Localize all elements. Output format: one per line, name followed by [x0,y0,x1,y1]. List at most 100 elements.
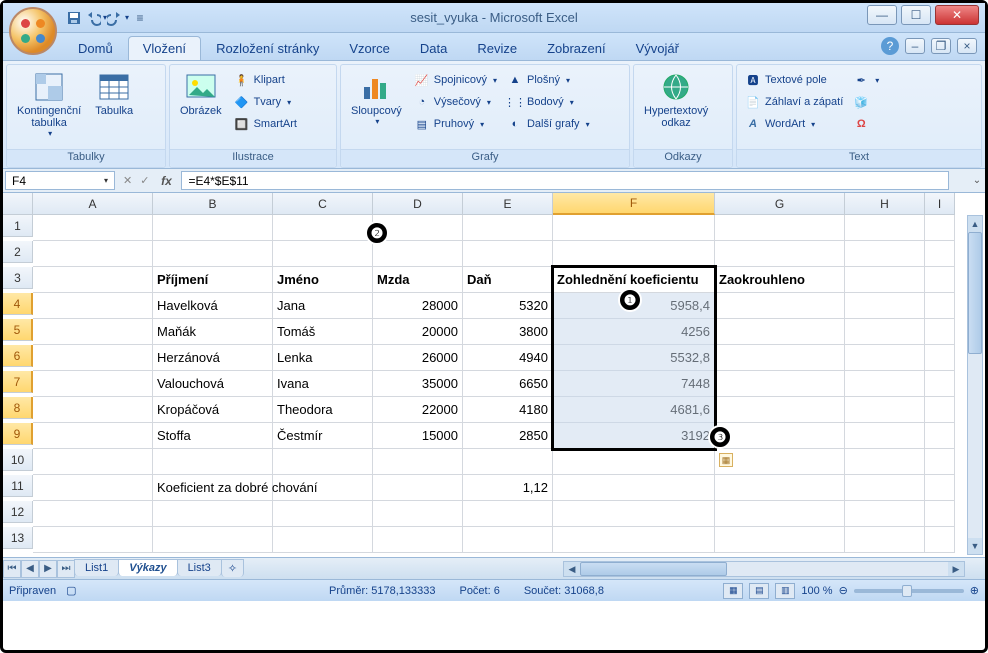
cell-E4[interactable]: 5320 [463,293,553,319]
pivot-table-button[interactable]: Kontingenční tabulka ▾ [11,69,87,140]
horizontal-scrollbar[interactable]: ◀ ▶ [563,561,965,577]
line-chart-button[interactable]: 📈Spojnicový▾ [410,69,501,91]
cell-A5[interactable] [33,319,153,345]
cell-E6[interactable]: 4940 [463,345,553,371]
cell-I1[interactable] [925,215,955,241]
cell-D7[interactable]: 35000 [373,371,463,397]
cell-E5[interactable]: 3800 [463,319,553,345]
row-header-6[interactable]: 6 [3,345,33,367]
header-footer-button[interactable]: 📄Záhlaví a zápatí [741,91,847,113]
cell-A6[interactable] [33,345,153,371]
tab-vzorce[interactable]: Vzorce [334,36,404,60]
zoom-in-icon[interactable]: ⊕ [970,584,979,597]
cell-A7[interactable] [33,371,153,397]
qat-customize-icon[interactable]: ≡ [129,7,151,29]
autofill-options-icon[interactable] [719,453,733,467]
cell-H10[interactable] [845,449,925,475]
scroll-up-icon[interactable]: ▲ [968,216,982,232]
picture-button[interactable]: Obrázek [174,69,228,119]
column-header-I[interactable]: I [925,193,955,215]
scroll-right-icon[interactable]: ▶ [948,562,964,576]
row-header-13[interactable]: 13 [3,527,33,549]
cell-I12[interactable] [925,501,955,527]
cell-C1[interactable] [273,215,373,241]
cell-H12[interactable] [845,501,925,527]
sheet-tab-list3[interactable]: List3 [177,559,222,576]
cell-I13[interactable] [925,527,955,553]
cell-B6[interactable]: Herzánová [153,345,273,371]
cell-E1[interactable] [463,215,553,241]
view-normal-icon[interactable]: ▦ [723,583,743,599]
cell-D12[interactable] [373,501,463,527]
cell-I2[interactable] [925,241,955,267]
row-header-1[interactable]: 1 [3,215,33,237]
cell-F6[interactable]: 5532,8 [553,345,715,371]
row-header-10[interactable]: 10 [3,449,33,471]
workbook-restore-button[interactable]: ❐ [931,38,951,54]
cell-H9[interactable] [845,423,925,449]
cell-F12[interactable] [553,501,715,527]
column-header-F[interactable]: F [553,193,715,215]
cell-G7[interactable] [715,371,845,397]
qat-save-icon[interactable] [63,7,85,29]
cell-C6[interactable]: Lenka [273,345,373,371]
cell-G9[interactable] [715,423,845,449]
cell-G8[interactable] [715,397,845,423]
cell-B13[interactable] [153,527,273,553]
cell-F9[interactable]: 3192 [553,423,715,449]
select-all-button[interactable] [3,193,33,215]
sheet-nav-next-icon[interactable]: ▶ [39,560,57,578]
cell-G2[interactable] [715,241,845,267]
cell-D6[interactable]: 26000 [373,345,463,371]
cell-A1[interactable] [33,215,153,241]
row-header-11[interactable]: 11 [3,475,33,497]
cell-C2[interactable] [273,241,373,267]
tab-vlozeni[interactable]: Vložení [128,36,201,60]
namebox-dropdown-icon[interactable]: ▾ [104,176,108,185]
cell-B3[interactable]: Příjmení [153,267,273,293]
cell-C10[interactable] [273,449,373,475]
cell-H7[interactable] [845,371,925,397]
cell-D13[interactable] [373,527,463,553]
cell-D10[interactable] [373,449,463,475]
table-button[interactable]: Tabulka [89,69,139,119]
cell-D9[interactable]: 15000 [373,423,463,449]
cell-A11[interactable] [33,475,153,501]
cell-A10[interactable] [33,449,153,475]
cell-C7[interactable]: Ivana [273,371,373,397]
sheet-tab-vykazy[interactable]: Výkazy [118,559,177,576]
cell-I8[interactable] [925,397,955,423]
cell-H1[interactable] [845,215,925,241]
formula-input[interactable]: =E4*$E$11 [181,171,949,190]
column-chart-button[interactable]: Sloupcový ▾ [345,69,408,128]
tab-vyvojar[interactable]: Vývojář [621,36,694,60]
cell-D5[interactable]: 20000 [373,319,463,345]
sheet-nav-last-icon[interactable]: ⏭ [57,560,75,578]
column-header-A[interactable]: A [33,193,153,215]
cell-I10[interactable] [925,449,955,475]
row-header-5[interactable]: 5 [3,319,33,341]
cell-G5[interactable] [715,319,845,345]
cell-B5[interactable]: Maňák [153,319,273,345]
cell-I9[interactable] [925,423,955,449]
smartart-button[interactable]: 🔲SmartArt [230,113,301,135]
name-box[interactable]: F4 ▾ [5,171,115,190]
object-button[interactable]: 🧊 [849,91,883,113]
scatter-chart-button[interactable]: ⋮⋮Bodový▾ [503,91,594,113]
cell-D3[interactable]: Mzda [373,267,463,293]
hyperlink-button[interactable]: Hypertextový odkaz [638,69,714,131]
column-header-B[interactable]: B [153,193,273,215]
row-header-2[interactable]: 2 [3,241,33,263]
cell-A12[interactable] [33,501,153,527]
cell-F10[interactable] [553,449,715,475]
column-header-C[interactable]: C [273,193,373,215]
cell-I5[interactable] [925,319,955,345]
pie-chart-button[interactable]: ◔Výsečový▾ [410,91,501,113]
symbol-button[interactable]: Ω [849,113,883,135]
cell-A13[interactable] [33,527,153,553]
cell-G6[interactable] [715,345,845,371]
bar-chart-button[interactable]: ▤Pruhový▾ [410,113,501,135]
qat-undo-icon[interactable]: ▾ [85,7,107,29]
fx-button[interactable]: fx [157,172,175,190]
cell-G11[interactable] [715,475,845,501]
